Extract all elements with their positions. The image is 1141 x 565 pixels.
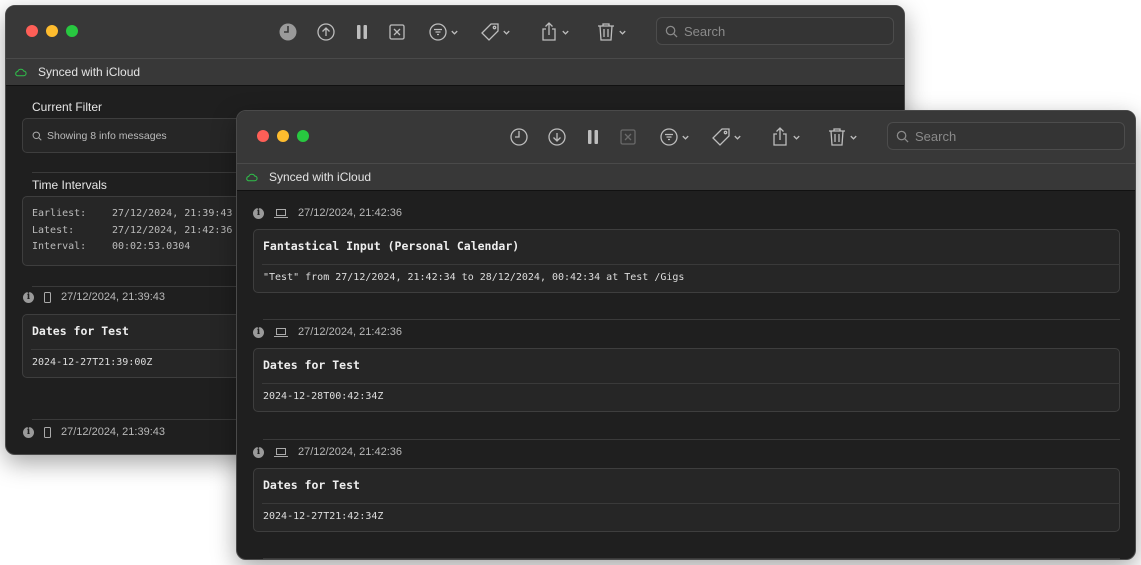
trash-icon	[829, 128, 845, 146]
entry-body: 2024-12-28T00:42:34Z	[263, 391, 384, 402]
info-icon: i	[253, 207, 264, 219]
current-filter-label: Current Filter	[32, 100, 103, 114]
cloud-icon	[15, 68, 27, 77]
log-entry-card[interactable]: Dates for Test 2024-12-27T21:42:34Z	[253, 468, 1120, 532]
upload-icon	[317, 23, 335, 41]
download-button[interactable]	[547, 126, 567, 148]
entry-header: i 27/12/2024, 21:42:36	[253, 207, 402, 219]
entry-body: 2024-12-27T21:42:34Z	[263, 511, 384, 522]
titlebar: Search	[237, 111, 1135, 163]
front-window: Search Synced with iCloud i 27/12/2024, 2…	[236, 110, 1136, 560]
entry-header: i 27/12/2024, 21:42:36	[253, 326, 402, 338]
share-menu[interactable]	[770, 126, 801, 148]
trash-menu[interactable]	[596, 21, 627, 43]
sync-status-text: Synced with iCloud	[269, 170, 372, 184]
filter-icon	[660, 128, 678, 146]
timestamp: 27/12/2024, 21:42:36	[298, 446, 402, 458]
tag-menu[interactable]	[480, 21, 511, 43]
titlebar: Search	[6, 6, 904, 58]
trash-menu[interactable]	[827, 126, 858, 148]
timestamp: 27/12/2024, 21:39:43	[61, 426, 165, 438]
entry-body: "Test" from 27/12/2024, 21:42:34 to 28/1…	[263, 272, 685, 283]
close-button[interactable]	[257, 130, 269, 142]
chevron-down-icon	[503, 30, 510, 35]
sync-status-text: Synced with iCloud	[38, 65, 141, 79]
log-entry-card[interactable]: Fantastical Input (Personal Calendar) "Te…	[253, 229, 1120, 293]
clock-button[interactable]	[509, 126, 529, 148]
sync-status-bar: Synced with iCloud	[237, 163, 1135, 191]
info-icon: i	[253, 326, 264, 338]
share-icon	[542, 22, 556, 41]
minimize-button[interactable]	[277, 130, 289, 142]
chevron-down-icon	[682, 135, 689, 140]
info-icon: i	[23, 291, 34, 303]
entry-title: Fantastical Input (Personal Calendar)	[263, 239, 520, 253]
clear-icon	[389, 24, 405, 40]
search-placeholder: Search	[684, 23, 726, 39]
timestamp: 27/12/2024, 21:42:36	[298, 326, 402, 338]
time-intervals-label: Time Intervals	[32, 178, 107, 192]
sync-status-bar: Synced with iCloud	[6, 58, 904, 86]
phone-icon	[44, 426, 51, 438]
download-icon	[548, 128, 566, 146]
zoom-button[interactable]	[297, 130, 309, 142]
filter-icon	[429, 23, 447, 41]
chevron-down-icon	[619, 30, 626, 35]
laptop-icon	[274, 328, 288, 337]
cloud-icon	[246, 173, 258, 182]
clock-icon	[510, 128, 528, 146]
search-icon	[896, 130, 909, 143]
timestamp: 27/12/2024, 21:42:36	[298, 207, 402, 219]
chevron-down-icon	[451, 30, 458, 35]
filter-menu[interactable]	[428, 21, 459, 43]
search-input[interactable]: Search	[656, 17, 894, 45]
pause-button[interactable]	[352, 21, 372, 43]
share-menu[interactable]	[539, 21, 570, 43]
filter-text: Showing 8 info messages	[47, 129, 167, 142]
entry-header: i 27/12/2024, 21:39:43	[23, 291, 165, 303]
search-input[interactable]: Search	[887, 122, 1125, 150]
upload-button[interactable]	[316, 21, 336, 43]
clock-button[interactable]	[278, 21, 298, 43]
tag-icon	[481, 23, 499, 41]
clear-button[interactable]	[387, 21, 407, 43]
chevron-down-icon	[793, 135, 800, 140]
search-icon	[32, 131, 42, 141]
phone-icon	[44, 291, 51, 303]
laptop-icon	[274, 209, 288, 218]
tag-menu[interactable]	[711, 126, 742, 148]
chevron-down-icon	[850, 135, 857, 140]
info-icon: i	[23, 426, 34, 438]
divider	[263, 558, 1120, 559]
entry-title: Dates for Test	[263, 358, 360, 372]
timestamp: 27/12/2024, 21:39:43	[61, 291, 165, 303]
pause-icon	[588, 130, 598, 144]
entry-header: i 27/12/2024, 21:39:43	[23, 426, 165, 438]
tag-icon	[712, 128, 730, 146]
entry-title: Dates for Test	[263, 478, 360, 492]
info-icon: i	[253, 446, 264, 458]
clear-icon	[620, 129, 636, 145]
log-entry-card[interactable]: Dates for Test 2024-12-28T00:42:34Z	[253, 348, 1120, 412]
clear-button[interactable]	[618, 126, 638, 148]
search-placeholder: Search	[915, 128, 957, 144]
zoom-button[interactable]	[66, 25, 78, 37]
pause-icon	[357, 25, 367, 39]
share-icon	[773, 127, 787, 146]
chevron-down-icon	[562, 30, 569, 35]
laptop-icon	[274, 448, 288, 457]
close-button[interactable]	[26, 25, 38, 37]
search-icon	[665, 25, 678, 38]
divider	[263, 319, 1120, 320]
divider	[263, 439, 1120, 440]
clock-icon	[279, 23, 297, 41]
minimize-button[interactable]	[46, 25, 58, 37]
filter-menu[interactable]	[659, 126, 690, 148]
chevron-down-icon	[734, 135, 741, 140]
trash-icon	[598, 23, 614, 41]
entry-header: i 27/12/2024, 21:42:36	[253, 446, 402, 458]
pause-button[interactable]	[583, 126, 603, 148]
